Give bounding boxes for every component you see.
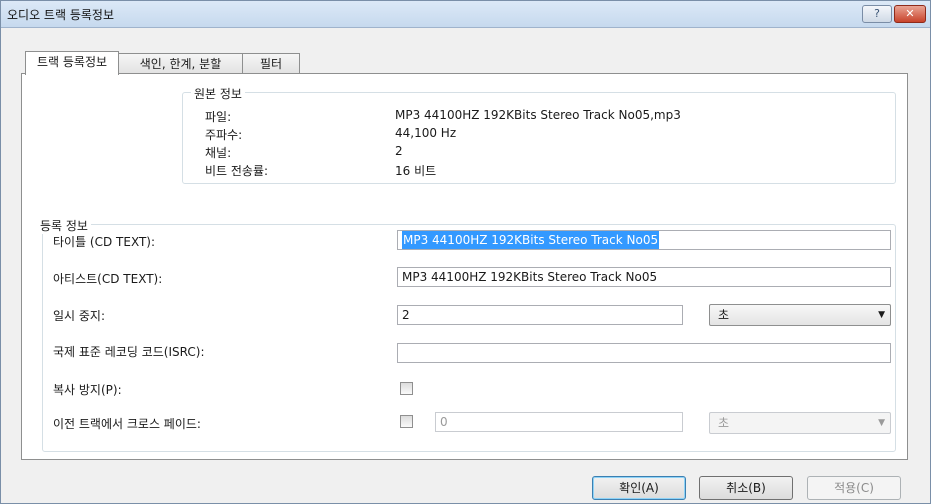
crossfade-unit-select: 초 ▼ bbox=[709, 412, 891, 434]
chevron-down-icon: ▼ bbox=[878, 418, 885, 428]
ok-button[interactable]: 확인(A) bbox=[592, 476, 686, 500]
isrc-label: 국제 표준 레코딩 코드(ISRC): bbox=[53, 345, 205, 359]
artist-input[interactable]: MP3 44100HZ 192KBits Stereo Track No05 bbox=[397, 267, 891, 287]
close-button[interactable]: ✕ bbox=[894, 5, 926, 23]
chevron-down-icon: ▼ bbox=[878, 310, 885, 320]
title-selected-text: MP3 44100HZ 192KBits Stereo Track No05 bbox=[402, 231, 660, 249]
crossfade-input: 0 bbox=[435, 412, 683, 432]
help-button[interactable]: ? bbox=[862, 5, 892, 23]
source-info-group: 원본 정보 파일: MP3 44100HZ 192KBits Stereo Tr… bbox=[182, 85, 896, 184]
tab-index-limits-split[interactable]: 색인, 한계, 분할 bbox=[118, 53, 243, 74]
registration-info-group: 등록 정보 타이틀 (CD TEXT): MP3 44100HZ 192KBit… bbox=[37, 217, 896, 452]
artist-label: 아티스트(CD TEXT): bbox=[53, 272, 163, 286]
title-input[interactable]: MP3 44100HZ 192KBits Stereo Track No05 bbox=[397, 230, 891, 250]
copy-protect-checkbox[interactable] bbox=[400, 382, 413, 395]
apply-button: 적용(C) bbox=[807, 476, 901, 500]
source-info-label: 원본 정보 bbox=[191, 85, 245, 102]
channel-value: 2 bbox=[395, 144, 403, 158]
crossfade-checkbox[interactable] bbox=[400, 415, 413, 428]
registration-info-label: 등록 정보 bbox=[37, 217, 91, 234]
cancel-button[interactable]: 취소(B) bbox=[699, 476, 793, 500]
channel-label: 채널: bbox=[205, 146, 232, 160]
dialog-window: 오디오 트랙 등록정보 ? ✕ 트랙 등록정보 색인, 한계, 분할 필터 원본… bbox=[0, 0, 931, 504]
title-bar[interactable]: 오디오 트랙 등록정보 ? ✕ bbox=[1, 1, 930, 28]
file-value: MP3 44100HZ 192KBits Stereo Track No05,m… bbox=[395, 108, 681, 122]
pause-label: 일시 중지: bbox=[53, 309, 106, 323]
tab-filter[interactable]: 필터 bbox=[242, 53, 300, 74]
frequency-label: 주파수: bbox=[205, 128, 243, 142]
tab-track-properties[interactable]: 트랙 등록정보 bbox=[25, 51, 119, 75]
isrc-input[interactable] bbox=[397, 343, 891, 363]
bitrate-value: 16 비트 bbox=[395, 164, 437, 178]
crossfade-unit-value: 초 bbox=[718, 416, 730, 430]
pause-unit-select[interactable]: 초 ▼ bbox=[709, 304, 891, 326]
file-label: 파일: bbox=[205, 110, 232, 124]
pause-input[interactable]: 2 bbox=[397, 305, 683, 325]
crossfade-label: 이전 트랙에서 크로스 페이드: bbox=[53, 417, 201, 431]
tab-panel: 원본 정보 파일: MP3 44100HZ 192KBits Stereo Tr… bbox=[21, 73, 908, 460]
pause-unit-value: 초 bbox=[718, 308, 730, 322]
frequency-value: 44,100 Hz bbox=[395, 126, 457, 140]
title-label: 타이틀 (CD TEXT): bbox=[53, 235, 156, 249]
copy-protect-label: 복사 방지(P): bbox=[53, 383, 122, 397]
window-title: 오디오 트랙 등록정보 bbox=[7, 8, 114, 22]
bitrate-label: 비트 전송률: bbox=[205, 164, 269, 178]
